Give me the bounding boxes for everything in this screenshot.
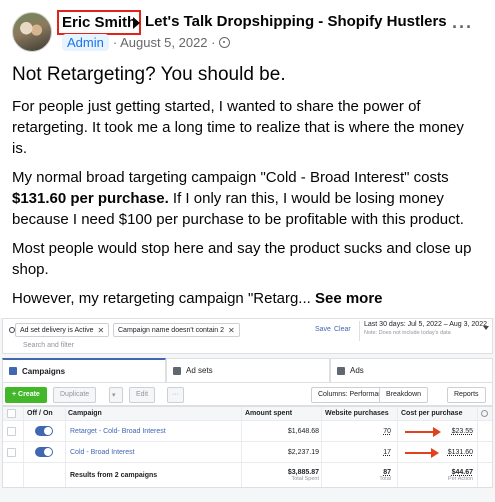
arrow-right-icon (133, 17, 140, 29)
total-purchases-value: 87 (383, 468, 391, 476)
header-cost-per-purchase[interactable]: Cost per purchase (401, 407, 462, 420)
filter-chip-label: Campaign name doesn't contain 2 (118, 326, 225, 334)
create-button[interactable]: + Create (5, 387, 47, 403)
campaign-name-link[interactable]: Cold - Broad Interest (70, 442, 135, 462)
annotation-arrow-icon (405, 448, 439, 458)
admin-badge: Admin (62, 34, 109, 51)
save-filter-link[interactable]: Save (315, 326, 331, 333)
post-date[interactable]: · August 5, 2022 · (113, 35, 216, 50)
avatar[interactable] (12, 12, 52, 52)
table-header: Off / On Campaign Amount spent Website p… (3, 407, 492, 421)
filter-bar: Ad set delivery is Active ✕ Campaign nam… (2, 318, 493, 354)
totals-label: Results from 2 campaigns (70, 471, 158, 479)
total-amount-value: $3,885.87 (287, 468, 319, 476)
grid-icon (173, 366, 181, 375)
column-divider (397, 407, 398, 487)
folder-icon (9, 367, 17, 375)
paragraph-1: For people just getting started, I wante… (12, 98, 464, 157)
header-off-on[interactable]: Off / On (27, 407, 53, 420)
author-highlight-box: Eric Smith (57, 10, 142, 35)
globe-icon[interactable] (219, 37, 231, 48)
totals-row: Results from 2 campaigns $3,885.87 Total… (3, 463, 492, 487)
search-input[interactable]: Search and filter (23, 342, 74, 349)
filter-chip-campaign-name[interactable]: Campaign name doesn't contain 2 ✕ (113, 323, 240, 337)
author-name[interactable]: Eric Smith (62, 14, 136, 31)
header-amount-spent[interactable]: Amount spent (245, 407, 292, 420)
campaigns-table: Off / On Campaign Amount spent Website p… (2, 406, 493, 488)
campaign-name-link[interactable]: Retarget - Cold- Broad Interest (70, 421, 166, 441)
tab-ad-sets[interactable]: Ad sets (166, 358, 330, 382)
edit-button[interactable]: Edit (129, 387, 156, 403)
paragraph-2-bold: $131.60 per purchase. (12, 190, 169, 207)
header-campaign[interactable]: Campaign (68, 407, 102, 420)
column-divider (23, 407, 24, 487)
reports-dropdown[interactable]: Reports (447, 387, 486, 403)
select-all-checkbox-cell[interactable] (7, 407, 16, 420)
total-amount-spent: $3,885.87 Total Spent (245, 463, 319, 487)
table-row[interactable]: Cold - Broad Interest $2,237.19 17 $131.… (3, 442, 492, 463)
duplicate-button[interactable]: Duplicate (53, 387, 97, 403)
header-website-purchases[interactable]: Website purchases (325, 407, 389, 420)
paragraph-3: Most people would stop here and say the … (12, 240, 472, 278)
purchases-value: 17 (383, 448, 391, 456)
select-all-checkbox[interactable] (7, 409, 16, 418)
total-amount-sub: Total Spent (291, 475, 319, 482)
breakdown-dropdown[interactable]: Breakdown (379, 387, 429, 403)
column-divider (65, 407, 66, 487)
column-divider (477, 407, 478, 487)
close-icon[interactable]: ✕ (228, 326, 235, 335)
column-divider (321, 407, 322, 487)
table-row[interactable]: Retarget - Cold- Broad Interest $1,648.6… (3, 421, 492, 442)
tab-label: Ad sets (186, 366, 213, 375)
total-cost: $44.67 Per Action (401, 463, 473, 487)
group-name[interactable]: Let's Talk Dropshipping - Shopify Hustle… (145, 13, 447, 30)
paragraph-4: However, my retargeting campaign "Retarg… (12, 288, 482, 309)
close-icon[interactable]: ✕ (98, 326, 105, 335)
row-checkbox[interactable] (7, 447, 16, 457)
date-note: Note: Does not include today's data (364, 330, 451, 336)
column-divider (241, 407, 242, 487)
date-range-label: Last 30 days: Jul 5, 2022 – Aug 3, 2022 (364, 321, 487, 328)
settings-cell[interactable] (481, 407, 488, 420)
amount-spent-value: $1,648.68 (287, 427, 319, 435)
total-purchases-sub: Total (379, 475, 391, 482)
chevron-down-icon (483, 326, 489, 330)
clear-filter-link[interactable]: Clear (334, 326, 351, 333)
level-tabs: Campaigns Ad sets Ads (2, 358, 493, 382)
ad-icon (337, 366, 345, 375)
more-actions-button[interactable]: ··· (167, 387, 184, 403)
duplicate-dropdown[interactable]: ▾ (109, 387, 123, 403)
paragraph-2: My normal broad targeting campaign "Cold… (12, 167, 482, 230)
total-purchases: 87 Total (325, 463, 391, 487)
filter-chip-label: Ad set delivery is Active (20, 326, 94, 334)
tab-campaigns[interactable]: Campaigns (2, 358, 166, 382)
total-cost-sub: Per Action (447, 475, 473, 482)
annotation-arrow-icon (405, 427, 441, 437)
row-checkbox[interactable] (7, 426, 16, 436)
tab-label: Ads (350, 366, 364, 375)
ads-manager-screenshot: Ad set delivery is Active ✕ Campaign nam… (0, 318, 495, 502)
see-more-link[interactable]: See more (315, 290, 383, 307)
campaign-toggle[interactable] (35, 426, 53, 436)
toolbar: + Create Duplicate ▾ Edit ··· Columns: P… (2, 382, 493, 406)
more-options-icon[interactable]: ··· (452, 18, 473, 36)
purchases-value: 70 (383, 427, 391, 435)
paragraph-4-text: However, my retargeting campaign "Retarg… (12, 290, 315, 307)
gear-icon[interactable] (481, 410, 488, 417)
campaign-toggle[interactable] (35, 447, 53, 457)
tab-ads[interactable]: Ads (330, 358, 493, 382)
date-range-picker[interactable]: Last 30 days: Jul 5, 2022 – Aug 3, 2022 … (359, 321, 491, 341)
filter-chip-delivery[interactable]: Ad set delivery is Active ✕ (15, 323, 110, 337)
post-header: Eric Smith Let's Talk Dropshipping - Sho… (12, 10, 483, 54)
post-body: For people just getting started, I wante… (12, 96, 482, 317)
post-title: Not Retargeting? You should be. (12, 64, 286, 85)
tab-label: Campaigns (22, 366, 66, 376)
amount-spent-value: $2,237.19 (287, 448, 319, 456)
post-meta: Admin · August 5, 2022 · (62, 34, 231, 51)
total-cost-value: $44.67 (451, 468, 473, 476)
paragraph-2-text-a: My normal broad targeting campaign "Cold… (12, 169, 449, 186)
